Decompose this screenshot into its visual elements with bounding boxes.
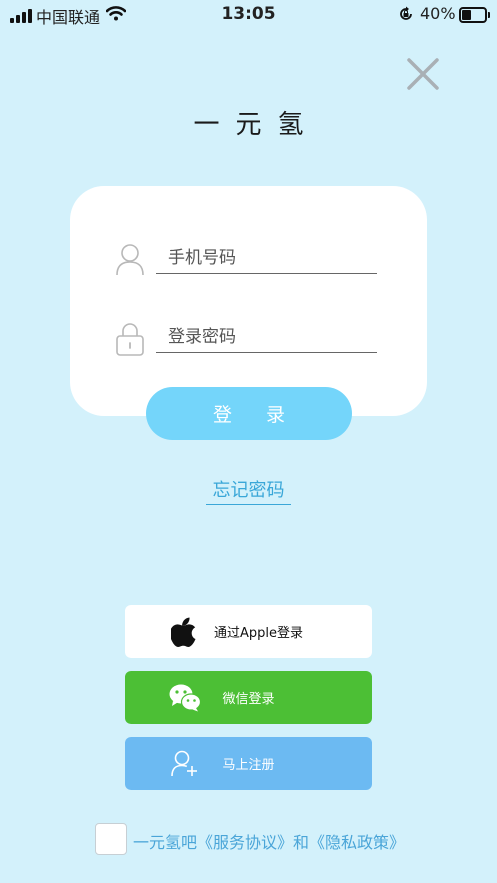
agreement-checkbox[interactable]	[95, 823, 127, 855]
agreement-conj: 和	[293, 833, 310, 852]
login-button[interactable]: 登 录	[146, 387, 352, 440]
login-card	[70, 186, 427, 416]
register-button[interactable]: 马上注册	[125, 737, 372, 790]
user-icon	[115, 242, 145, 276]
agreement-prefix: 一元氢吧	[133, 833, 198, 852]
app-title: 一元氢	[193, 110, 320, 140]
password-underline	[156, 352, 377, 353]
lock-icon	[115, 321, 145, 356]
terms-link[interactable]: 《服务协议》	[197, 833, 293, 852]
agreement-text: 一元氢吧《服务协议》和《隐私政策》	[133, 829, 405, 853]
apple-login-button[interactable]: 通过Apple登录	[125, 605, 372, 658]
password-input[interactable]	[158, 322, 394, 352]
close-icon[interactable]	[405, 56, 441, 92]
phone-input[interactable]	[158, 243, 394, 273]
phone-underline	[156, 273, 377, 274]
orientation-lock-icon	[398, 6, 414, 26]
wechat-login-button[interactable]: 微信登录	[125, 671, 372, 724]
close-button[interactable]	[405, 56, 441, 92]
battery-icon	[459, 7, 490, 23]
battery-fill	[462, 10, 471, 20]
forgot-password-link[interactable]: 忘记密码	[206, 476, 291, 505]
battery-percentage: 40%	[420, 4, 456, 23]
status-bar: 中国联通 13:05 40%	[0, 0, 497, 30]
wechat-login-label: 微信登录	[222, 692, 275, 707]
privacy-link[interactable]: 《隐私政策》	[309, 833, 405, 852]
register-label: 马上注册	[222, 758, 275, 773]
apple-login-label: 通过Apple登录	[213, 626, 303, 641]
